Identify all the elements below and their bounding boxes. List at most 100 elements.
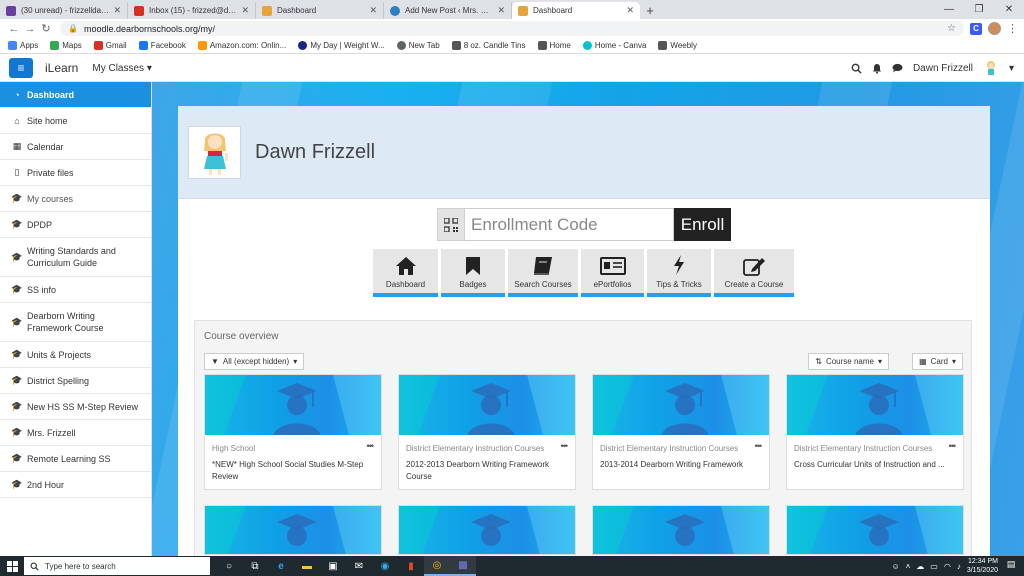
task-view-icon[interactable]: ⧉	[242, 556, 268, 576]
menu-toggle-button[interactable]: ≡	[9, 58, 33, 78]
course-view-dropdown[interactable]: ▦ Card ▾	[912, 353, 963, 370]
sidebar-item-district-spelling[interactable]: 🎓 District Spelling	[0, 368, 151, 394]
bookmark-star-icon[interactable]: ☆	[947, 23, 956, 34]
back-icon[interactable]: ←	[6, 23, 22, 35]
store-icon[interactable]: ▣	[320, 556, 346, 576]
sidebar-item-writing-standards[interactable]: 🎓 Writing Standards and Curriculum Guide	[0, 238, 151, 277]
office-icon[interactable]: ▮	[398, 556, 424, 576]
sidebar-item-2nd-hour[interactable]: 🎓 2nd Hour	[0, 472, 151, 498]
site-brand[interactable]: iLearn	[45, 61, 78, 75]
chrome-icon[interactable]: ◎	[424, 556, 450, 576]
quicklink-eportfolios[interactable]: ePortfolios	[581, 249, 644, 297]
browser-tab-gmail[interactable]: Inbox (15) - frizzed@dearbornsc ✕	[128, 2, 256, 19]
sidebar-item-private-files[interactable]: ▯ Private files	[0, 160, 151, 186]
sidebar-item-units-projects[interactable]: 🎓 Units & Projects	[0, 342, 151, 368]
browser-tab-dashboard-active[interactable]: Dashboard ✕	[512, 2, 640, 19]
bookmark-amazon[interactable]: Amazon.com: Onlin...	[197, 41, 286, 50]
tray-cloud-icon[interactable]: ☁	[916, 562, 924, 571]
user-avatar[interactable]	[983, 59, 999, 77]
address-bar[interactable]: 🔒 moodle.dearbornschools.org/my/ ☆	[60, 21, 964, 36]
course-name[interactable]: 2013-2014 Dearborn Writing Framework	[600, 459, 760, 471]
enroll-button[interactable]: Enroll	[674, 208, 731, 241]
course-card[interactable]	[398, 505, 576, 555]
bookmark-home[interactable]: Home	[537, 41, 571, 50]
course-menu-icon[interactable]: •••	[561, 441, 569, 451]
minimize-icon[interactable]: —	[934, 0, 964, 19]
edge-icon[interactable]: e	[268, 556, 294, 576]
sidebar-item-site-home[interactable]: ⌂ Site home	[0, 108, 151, 134]
sidebar-item-writing-framework[interactable]: 🎓 Dearborn Writing Framework Course	[0, 303, 151, 342]
sidebar-item-mrs-frizzell[interactable]: 🎓 Mrs. Frizzell	[0, 420, 151, 446]
sidebar-item-ss-info[interactable]: 🎓 SS info	[0, 277, 151, 303]
course-card[interactable]	[204, 505, 382, 555]
course-name[interactable]: 2012-2013 Dearborn Writing Framework Cou…	[406, 459, 566, 483]
quicklink-tips-tricks[interactable]: Tips & Tricks	[647, 249, 711, 297]
close-icon[interactable]: ✕	[241, 5, 249, 16]
quicklink-create-course[interactable]: Create a Course	[714, 249, 794, 297]
clock[interactable]: 12:34 PM 3/15/2020	[967, 557, 998, 575]
bookmark-weebly[interactable]: Weebly	[658, 41, 697, 50]
browser-tab-dashboard[interactable]: Dashboard ✕	[256, 2, 384, 19]
caret-down-icon[interactable]: ▾	[1009, 63, 1014, 74]
course-card[interactable]: District Elementary Instruction Courses …	[592, 374, 770, 490]
new-tab-button[interactable]: +	[640, 2, 660, 19]
quicklink-search-courses[interactable]: Search Courses	[508, 249, 578, 297]
tray-people-icon[interactable]: ☺	[891, 562, 899, 571]
course-name[interactable]: *NEW* High School Social Studies M-Step …	[212, 459, 372, 483]
browser-tab-add-new-post[interactable]: Add New Post ‹ Mrs. Frizzell's Cl ✕	[384, 2, 512, 19]
course-name[interactable]: Cross Curricular Units of Instruction an…	[794, 459, 954, 471]
course-sort-dropdown[interactable]: ⇅ Course name ▾	[808, 353, 889, 370]
profile-avatar[interactable]	[988, 22, 1001, 35]
close-icon[interactable]: ✕	[369, 5, 377, 16]
close-icon[interactable]: ✕	[626, 5, 634, 16]
tray-battery-icon[interactable]: ▭	[930, 562, 938, 571]
taskbar-search[interactable]: Type here to search	[24, 557, 210, 575]
bell-icon[interactable]	[872, 63, 882, 74]
sidebar-item-calendar[interactable]: ▦ Calendar	[0, 134, 151, 160]
reload-icon[interactable]: ↻	[38, 22, 54, 35]
close-window-icon[interactable]: ✕	[994, 0, 1024, 19]
sidebar-item-dashboard[interactable]: ◔ Dashboard	[0, 82, 151, 108]
extension-icon[interactable]: C	[970, 22, 982, 35]
bookmark-maps[interactable]: Maps	[50, 41, 82, 50]
file-explorer-icon[interactable]: ▬	[294, 556, 320, 576]
close-icon[interactable]: ✕	[497, 5, 505, 16]
browser-tab-yahoo-mail[interactable]: (30 unread) - frizzelldawn@yaho ✕	[0, 2, 128, 19]
maximize-icon[interactable]: ❐	[964, 0, 994, 19]
bookmark-apps[interactable]: Apps	[8, 41, 38, 50]
bookmark-weight-watchers[interactable]: My Day | Weight W...	[298, 41, 385, 50]
course-card[interactable]: District Elementary Instruction Courses …	[398, 374, 576, 490]
tray-chevron-icon[interactable]: ˄	[906, 562, 911, 571]
cortana-icon[interactable]: ○	[216, 556, 242, 576]
search-icon[interactable]	[851, 63, 862, 74]
browser-menu-icon[interactable]: ⋮	[1007, 22, 1018, 35]
enrollment-code-input[interactable]	[465, 208, 674, 241]
mail-icon[interactable]: ✉	[346, 556, 372, 576]
start-button[interactable]	[0, 556, 24, 576]
course-card[interactable]	[592, 505, 770, 555]
course-filter-dropdown[interactable]: ▼ All (except hidden) ▾	[204, 353, 305, 370]
close-icon[interactable]: ✕	[113, 5, 121, 16]
sidebar-item-mstep-review[interactable]: 🎓 New HS SS M-Step Review	[0, 394, 151, 420]
my-classes-dropdown[interactable]: My Classes ▾	[92, 63, 152, 74]
chat-icon[interactable]	[892, 63, 903, 73]
bookmark-new-tab[interactable]: New Tab	[396, 41, 440, 50]
tray-volume-icon[interactable]: ♪	[957, 562, 961, 571]
tray-wifi-icon[interactable]: ◠	[944, 562, 951, 571]
quicklink-dashboard[interactable]: Dashboard	[373, 249, 438, 297]
course-card[interactable]: District Elementary Instruction Courses …	[786, 374, 964, 490]
course-menu-icon[interactable]: •••	[949, 441, 957, 451]
edge-new-icon[interactable]: ◉	[372, 556, 398, 576]
notifications-icon[interactable]: ▤	[1004, 559, 1018, 573]
sidebar-item-remote-learning[interactable]: 🎓 Remote Learning SS	[0, 446, 151, 472]
sidebar-item-dpdp[interactable]: 🎓 DPDP	[0, 212, 151, 238]
teams-icon[interactable]: ▩	[450, 556, 476, 576]
forward-icon[interactable]: →	[22, 23, 38, 35]
course-card[interactable]: High School ••• *NEW* High School Social…	[204, 374, 382, 490]
quicklink-badges[interactable]: Badges	[441, 249, 505, 297]
bookmark-facebook[interactable]: Facebook	[138, 41, 186, 50]
bookmark-canva[interactable]: Home - Canva	[582, 41, 646, 50]
user-name[interactable]: Dawn Frizzell	[913, 63, 973, 74]
bookmark-candle-tins[interactable]: 8 oz. Candle Tins	[451, 41, 526, 50]
course-card[interactable]	[786, 505, 964, 555]
